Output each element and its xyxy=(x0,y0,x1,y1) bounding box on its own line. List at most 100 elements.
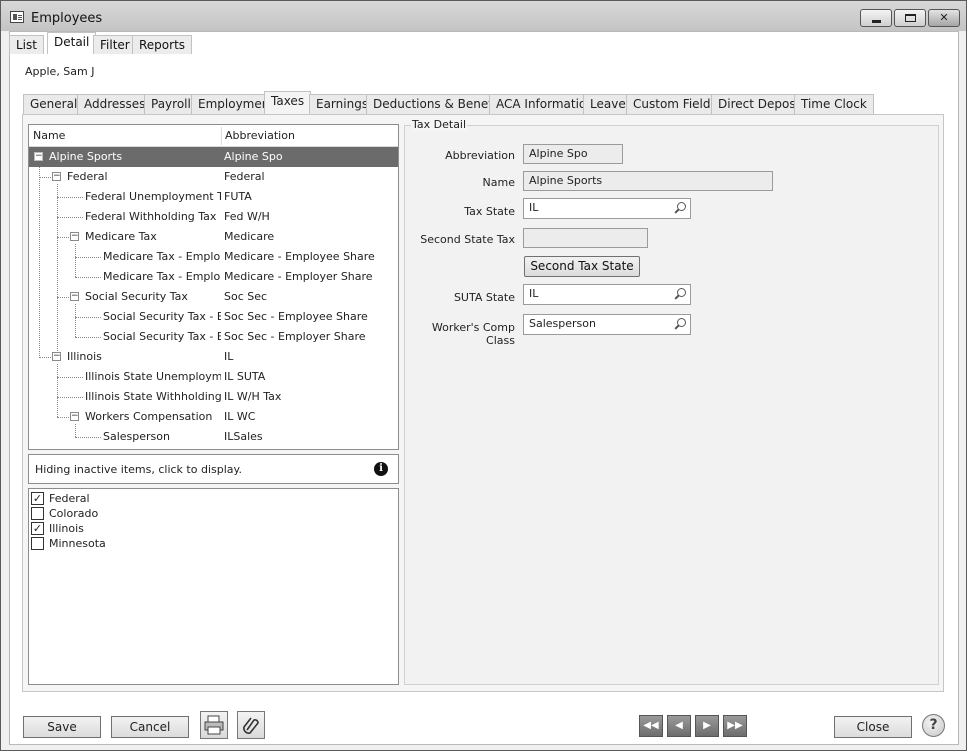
state-label: Colorado xyxy=(49,507,99,520)
state-checkbox[interactable] xyxy=(31,507,44,520)
minimize-icon xyxy=(872,20,881,23)
previous-record-button[interactable]: ◀ xyxy=(667,715,691,737)
state-checkbox[interactable]: ✓ xyxy=(31,522,44,535)
tree-row-name: Salesperson xyxy=(103,430,170,443)
tree-row-name: Medicare Tax - Emplo... xyxy=(103,270,221,283)
column-header-abbreviation[interactable]: Abbreviation xyxy=(225,129,295,142)
previous-record-icon: ◀ xyxy=(675,720,683,731)
tree-row-illinois[interactable]: − Illinois IL xyxy=(29,347,398,367)
inactive-items-bar[interactable]: Hiding inactive items, click to display.… xyxy=(28,454,399,484)
state-checkbox[interactable] xyxy=(31,537,44,550)
next-record-button[interactable]: ▶ xyxy=(695,715,719,737)
print-button[interactable] xyxy=(200,711,228,739)
column-divider[interactable] xyxy=(221,127,222,145)
attachment-button[interactable] xyxy=(237,711,265,739)
tree-row-abbreviation: FUTA xyxy=(224,190,252,203)
tax-state-field[interactable]: IL xyxy=(523,198,691,219)
tab-custom-fields[interactable]: Custom Fields xyxy=(626,94,724,114)
tree-row-abbreviation: Alpine Spo xyxy=(224,150,283,163)
tree-row-salesperson[interactable]: Salesperson ILSales xyxy=(29,427,398,447)
save-button[interactable]: Save xyxy=(23,716,101,738)
tree-row-medicare-employee[interactable]: Medicare Tax - Emplo... Medicare - Emplo… xyxy=(29,247,398,267)
close-window-button[interactable]: ✕ xyxy=(928,9,960,27)
info-icon[interactable]: i xyxy=(374,462,388,476)
printer-icon xyxy=(204,715,224,735)
second-state-tax-label: Second State Tax xyxy=(420,233,515,246)
name-field: Alpine Sports xyxy=(523,171,773,191)
tab-general[interactable]: General xyxy=(23,94,85,114)
tree-row-federal[interactable]: − Federal Federal xyxy=(29,167,398,187)
first-record-button[interactable]: ◀◀ xyxy=(639,715,663,737)
tree-row-social-security[interactable]: − Social Security Tax Soc Sec xyxy=(29,287,398,307)
tab-payroll[interactable]: Payroll xyxy=(144,94,198,114)
tree-header: Name Abbreviation xyxy=(29,125,398,147)
tree-row-alpine-sports[interactable]: − Alpine Sports Alpine Spo xyxy=(29,147,398,167)
help-icon[interactable]: ? xyxy=(922,714,945,737)
title-bar[interactable]: Employees ✕ xyxy=(1,1,966,31)
state-checkbox[interactable]: ✓ xyxy=(31,492,44,505)
tree-row-abbreviation: IL WC xyxy=(224,410,256,423)
tree-row-name: Alpine Sports xyxy=(49,150,123,163)
first-record-icon: ◀◀ xyxy=(643,720,659,731)
tree-row-soc-sec-employee[interactable]: Social Security Tax - E... Soc Sec - Emp… xyxy=(29,307,398,327)
second-state-tax-field xyxy=(523,228,648,248)
close-button[interactable]: Close xyxy=(834,716,912,738)
tab-time-clock[interactable]: Time Clock xyxy=(794,94,874,114)
employees-window: Employees ✕ List Detail Filter Reports A… xyxy=(0,0,967,751)
tree-row-name: Federal xyxy=(67,170,108,183)
tree-row-name: Federal Unemployment Tax xyxy=(85,190,221,203)
tree-row-il-suta[interactable]: Illinois State Unemployme... IL SUTA xyxy=(29,367,398,387)
employees-app-icon xyxy=(10,11,24,23)
collapse-icon[interactable]: − xyxy=(70,232,79,241)
collapse-icon[interactable]: − xyxy=(34,152,43,161)
paperclip-icon xyxy=(243,717,259,734)
tab-taxes[interactable]: Taxes xyxy=(264,91,312,115)
tab-filter[interactable]: Filter xyxy=(93,35,137,54)
column-header-name[interactable]: Name xyxy=(33,129,65,142)
tree-row-abbreviation: IL W/H Tax xyxy=(224,390,282,403)
tree-row-name: Illinois State Unemployme... xyxy=(85,370,221,383)
minimize-button[interactable] xyxy=(860,9,892,27)
search-icon[interactable] xyxy=(674,202,686,214)
tab-detail[interactable]: Detail xyxy=(47,32,97,54)
collapse-icon[interactable]: − xyxy=(70,292,79,301)
collapse-icon[interactable]: − xyxy=(70,412,79,421)
tree-row-il-withholding[interactable]: Illinois State Withholding ... IL W/H Ta… xyxy=(29,387,398,407)
maximize-button[interactable] xyxy=(894,9,926,27)
tree-row-name: Medicare Tax - Emplo... xyxy=(103,250,221,263)
tree-row-abbreviation: IL SUTA xyxy=(224,370,266,383)
tab-reports[interactable]: Reports xyxy=(132,35,193,54)
tree-row-medicare[interactable]: − Medicare Tax Medicare xyxy=(29,227,398,247)
tree-row-workers-comp[interactable]: − Workers Compensation IL WC xyxy=(29,407,398,427)
next-record-icon: ▶ xyxy=(703,720,711,731)
tax-state-value: IL xyxy=(529,201,539,214)
collapse-icon[interactable]: − xyxy=(52,172,61,181)
cancel-button[interactable]: Cancel xyxy=(111,716,189,738)
tax-detail-legend: Tax Detail xyxy=(411,118,468,131)
tree-row-abbreviation: Medicare - Employer Share xyxy=(224,270,373,283)
workers-comp-class-value: Salesperson xyxy=(529,317,596,330)
tab-list[interactable]: List xyxy=(9,35,44,54)
workers-comp-class-field[interactable]: Salesperson xyxy=(523,314,691,335)
tax-tree[interactable]: Name Abbreviation − Alpine Sports Alpine… xyxy=(28,124,399,450)
tree-row-federal-withholding[interactable]: Federal Withholding Tax Fed W/H xyxy=(29,207,398,227)
tree-row-soc-sec-employer[interactable]: Social Security Tax - E... Soc Sec - Emp… xyxy=(29,327,398,347)
search-icon[interactable] xyxy=(674,288,686,300)
collapse-icon[interactable]: − xyxy=(52,352,61,361)
suta-state-field[interactable]: IL xyxy=(523,284,691,305)
tree-row-name: Social Security Tax - E... xyxy=(103,330,221,343)
search-icon[interactable] xyxy=(674,318,686,330)
tree-row-abbreviation: Soc Sec - Employee Share xyxy=(224,310,368,323)
second-tax-state-button[interactable]: Second Tax State xyxy=(524,256,640,277)
tree-row-abbreviation: Fed W/H xyxy=(224,210,270,223)
tree-row-abbreviation: Soc Sec - Employer Share xyxy=(224,330,366,343)
tree-row-medicare-employer[interactable]: Medicare Tax - Emplo... Medicare - Emplo… xyxy=(29,267,398,287)
tree-row-futa[interactable]: Federal Unemployment Tax FUTA xyxy=(29,187,398,207)
tree-row-name: Medicare Tax xyxy=(85,230,157,243)
tree-row-abbreviation: ILSales xyxy=(224,430,263,443)
state-label: Illinois xyxy=(49,522,84,535)
tree-row-name: Illinois State Withholding ... xyxy=(85,390,221,403)
tab-addresses[interactable]: Addresses xyxy=(77,94,153,114)
tree-row-abbreviation: Federal xyxy=(224,170,265,183)
last-record-button[interactable]: ▶▶ xyxy=(723,715,747,737)
